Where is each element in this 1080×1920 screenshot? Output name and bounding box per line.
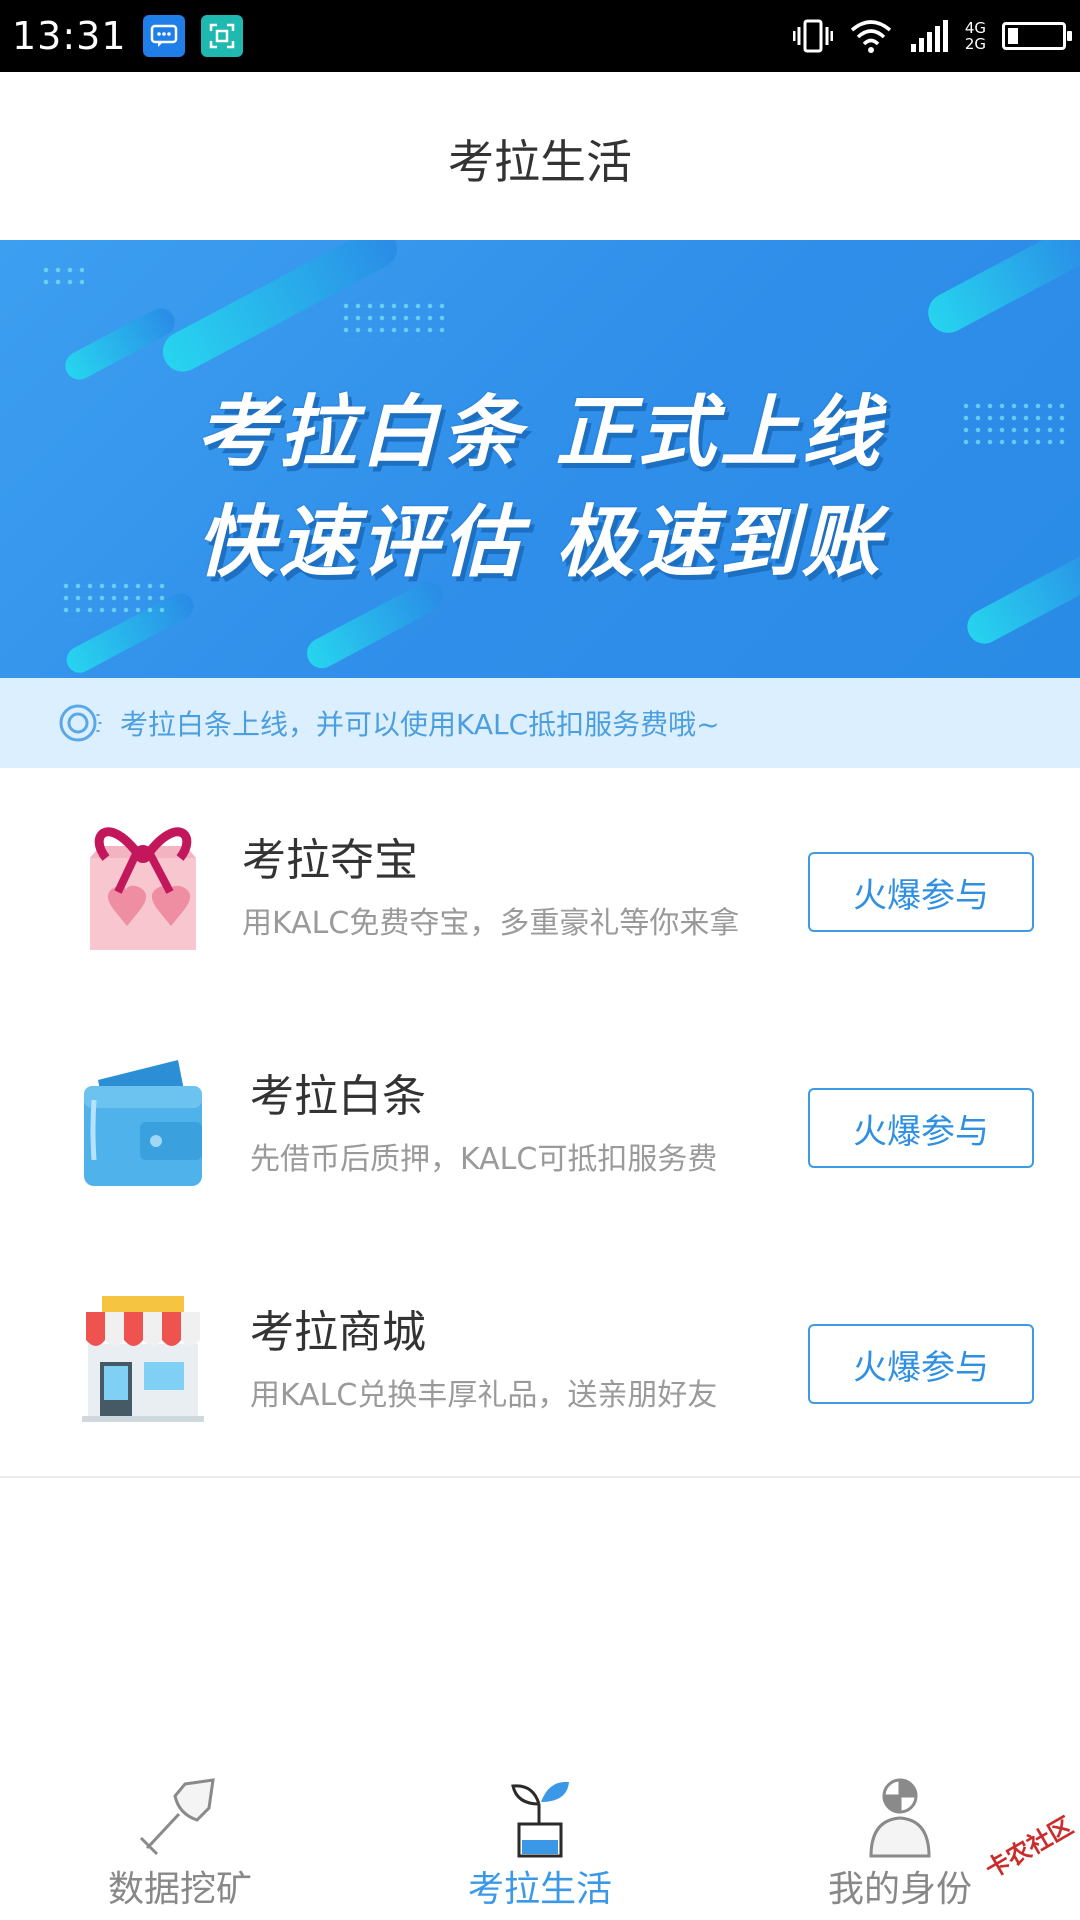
wallet-icon: [84, 1060, 202, 1186]
banner-headline: 考拉白条 正式上线: [196, 388, 884, 478]
tab-data-mining[interactable]: 数据挖矿: [0, 1760, 360, 1920]
scanner-app-icon: [200, 15, 243, 57]
signal-icon: [910, 20, 948, 52]
wifi-icon: [850, 20, 891, 53]
tab-label: 考拉生活: [467, 1869, 612, 1910]
list-item-mall[interactable]: 考拉商城 用KALC兑换丰厚礼品，送亲朋好友 火爆参与: [0, 1240, 1080, 1478]
item-subtitle: 先借币后质押，KALC可抵扣服务费: [250, 1142, 718, 1177]
gift-box-icon: [90, 827, 196, 950]
network-type: 4G 2G: [964, 19, 986, 53]
list-item-treasure[interactable]: 考拉夺宝 用KALC免费夺宝，多重豪礼等你来拿 火爆参与: [0, 768, 1080, 1006]
vibrate-icon: [792, 19, 833, 53]
notice-text: 考拉白条上线，并可以使用KALC抵扣服务费哦~: [120, 708, 720, 741]
item-title: 考拉夺宝: [242, 835, 418, 886]
join-button[interactable]: 火爆参与: [808, 1324, 1034, 1404]
battery-icon: [1002, 22, 1072, 50]
join-button[interactable]: 火爆参与: [808, 1088, 1034, 1168]
tab-label: 我的身份: [827, 1869, 972, 1910]
tab-label: 数据挖矿: [107, 1869, 252, 1910]
banner-decoration: [40, 264, 84, 288]
item-subtitle: 用KALC免费夺宝，多重豪礼等你来拿: [242, 906, 740, 941]
join-button[interactable]: 火爆参与: [808, 852, 1034, 932]
list-item-credit[interactable]: 考拉白条 先借币后质押，KALC可抵扣服务费 火爆参与: [0, 1004, 1080, 1242]
status-time: 13:31: [12, 14, 127, 58]
page-title: 考拉生活: [448, 135, 632, 189]
item-title: 考拉白条: [250, 1071, 426, 1122]
speaker-icon: [59, 704, 102, 742]
status-bar: 13:31 4G 2G: [0, 0, 1080, 72]
battery-level: [1008, 28, 1018, 44]
shop-icon: [82, 1296, 204, 1422]
banner-decoration: [921, 240, 1080, 340]
bottom-tab-bar: 数据挖矿 考拉生活 我的身份: [0, 1760, 1080, 1920]
shovel-icon: [139, 1778, 215, 1856]
header: 考拉生活: [0, 72, 1080, 240]
user-icon: [869, 1778, 931, 1858]
item-subtitle: 用KALC兑换丰厚礼品，送亲朋好友: [250, 1378, 718, 1413]
promo-banner[interactable]: 考拉白条 正式上线 快速评估 极速到账: [0, 240, 1080, 678]
message-app-icon: [142, 15, 185, 57]
banner-subheadline: 快速评估 极速到账: [196, 498, 884, 588]
tab-koala-life[interactable]: 考拉生活: [360, 1760, 720, 1920]
sprout-icon: [511, 1781, 569, 1858]
notice-bar[interactable]: 考拉白条上线，并可以使用KALC抵扣服务费哦~: [0, 678, 1080, 768]
banner-decoration: [340, 300, 450, 340]
item-title: 考拉商城: [250, 1307, 426, 1358]
